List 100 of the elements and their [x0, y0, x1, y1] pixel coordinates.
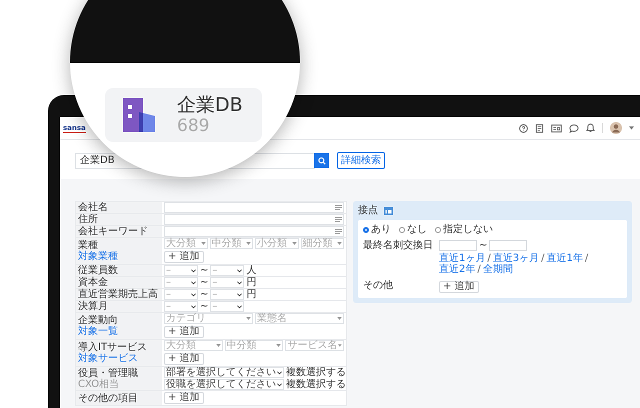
- chevron-icon: [191, 268, 196, 272]
- field-label: 直近営業期売上高: [78, 289, 159, 300]
- record-count: 689: [177, 116, 210, 136]
- caret-icon: [338, 344, 342, 347]
- list-icon[interactable]: [335, 205, 342, 210]
- dropdown[interactable]: カテゴリ: [164, 313, 253, 324]
- field-sublabel: CXO相当: [78, 378, 120, 390]
- field-label: 会社キーワード: [78, 226, 149, 237]
- link-separator: /: [477, 264, 481, 275]
- dropdown[interactable]: 大分類: [164, 340, 223, 351]
- dropdown[interactable]: –: [210, 301, 244, 312]
- link-separator: /: [541, 253, 544, 264]
- unit-label: 人: [246, 265, 256, 276]
- dropdown[interactable]: 業態名: [255, 313, 344, 324]
- caret-icon: [337, 317, 342, 320]
- period-link[interactable]: 直近2年: [439, 264, 476, 275]
- unit-label: 円: [246, 277, 256, 288]
- add-button[interactable]: + 追加: [164, 392, 204, 404]
- period-link[interactable]: 直近1年: [546, 253, 583, 264]
- field-label: 資本金: [78, 277, 109, 288]
- dropdown[interactable]: 中分類: [224, 340, 284, 351]
- detail-search-button[interactable]: 詳細検索: [337, 152, 385, 169]
- add-button[interactable]: + 追加: [164, 326, 204, 338]
- add-button[interactable]: + 追加: [164, 251, 204, 263]
- dropdown[interactable]: –: [210, 289, 244, 300]
- period-link[interactable]: 直近1ヶ月: [439, 253, 486, 264]
- dropdown[interactable]: –: [164, 301, 198, 312]
- chevron-icon: [191, 292, 196, 296]
- document-icon[interactable]: [535, 124, 544, 132]
- card-icon[interactable]: [551, 124, 562, 132]
- dropdown[interactable]: 役職を選択してください: [164, 379, 284, 390]
- avatar-icon[interactable]: [610, 122, 622, 134]
- dropdown[interactable]: –: [164, 277, 198, 288]
- radio-option[interactable]: あり: [363, 224, 391, 235]
- help-icon[interactable]: [519, 124, 528, 132]
- field-label: その他: [363, 280, 394, 293]
- add-button[interactable]: + 追加: [439, 281, 479, 293]
- date-input[interactable]: [439, 240, 477, 251]
- period-link[interactable]: 全期間: [482, 264, 513, 275]
- field-label: 最終名刺交換日: [363, 240, 434, 253]
- range-separator: ~: [200, 277, 208, 288]
- caret-icon: [246, 242, 251, 245]
- link-separator: /: [487, 253, 491, 264]
- dropdown[interactable]: –: [164, 289, 198, 300]
- text-input[interactable]: [164, 214, 344, 225]
- list-icon[interactable]: [335, 217, 342, 222]
- field-label: その他の項目: [78, 392, 139, 404]
- chat-icon[interactable]: [569, 124, 579, 132]
- field-label: 役員・管理職: [78, 368, 139, 378]
- dropdown[interactable]: –: [210, 265, 244, 276]
- multi-select-label: 複数選択する: [286, 379, 346, 390]
- add-button[interactable]: + 追加: [164, 353, 204, 365]
- dropdown[interactable]: 細分類: [300, 238, 344, 249]
- dropdown[interactable]: 小分類: [255, 238, 298, 249]
- caret-icon: [200, 242, 206, 245]
- text-input[interactable]: [164, 226, 344, 237]
- text-input[interactable]: [164, 202, 344, 213]
- bell-icon[interactable]: [586, 123, 595, 133]
- radio-option[interactable]: なし: [399, 224, 427, 235]
- search-button[interactable]: [314, 153, 329, 168]
- unit-label: 円: [246, 289, 256, 300]
- panel-title: 接点: [358, 205, 378, 216]
- badge-icon: [384, 206, 393, 214]
- list-icon[interactable]: [335, 229, 342, 234]
- dropdown[interactable]: –: [164, 265, 198, 276]
- filter-link[interactable]: 対象サービス: [78, 353, 160, 364]
- chevron-icon: [237, 304, 242, 308]
- period-link[interactable]: 直近3ヶ月: [492, 253, 540, 264]
- chevron-icon: [237, 280, 242, 284]
- field-label: 会社名: [78, 202, 109, 213]
- range-separator: ~: [479, 240, 488, 251]
- dropdown[interactable]: 大分類: [164, 238, 208, 249]
- caret-icon: [216, 344, 221, 347]
- dropdown[interactable]: サービス名: [285, 340, 344, 351]
- dropdown[interactable]: 部署を選択してください: [164, 367, 284, 378]
- chevron-icon: [237, 292, 242, 296]
- dropdown[interactable]: –: [210, 277, 244, 288]
- filter-link[interactable]: 対象業種: [78, 251, 160, 262]
- radio-option[interactable]: 指定しない: [435, 224, 493, 235]
- chevron-icon: [277, 382, 282, 386]
- chevron-icon: [191, 280, 196, 284]
- dropdown[interactable]: 中分類: [210, 238, 253, 249]
- caret-icon[interactable]: [629, 126, 634, 130]
- field-label: 企業動向: [78, 315, 119, 326]
- caret-icon: [246, 317, 251, 320]
- range-separator: ~: [200, 265, 208, 276]
- filter-link[interactable]: 対象一覧: [78, 326, 160, 337]
- field-label: 導入ITサービス: [78, 342, 148, 353]
- chevron-icon: [191, 304, 196, 308]
- chevron-icon: [277, 370, 282, 374]
- chevron-icon: [237, 268, 242, 272]
- field-label: 業種: [78, 240, 98, 251]
- field-label: 住所: [78, 214, 99, 225]
- date-input[interactable]: [489, 240, 528, 251]
- search-icon: [318, 156, 326, 164]
- caret-icon: [337, 242, 342, 245]
- field-label: 決算月: [78, 301, 109, 312]
- multi-select-label: 複数選択する: [286, 367, 346, 378]
- link-separator: /: [584, 253, 588, 264]
- field-label: 従業員数: [78, 265, 119, 276]
